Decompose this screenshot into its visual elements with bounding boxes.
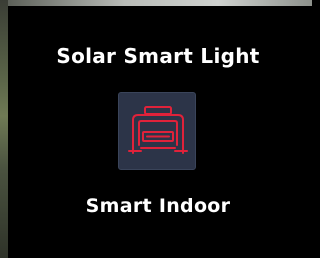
device-label: Smart Indoor (85, 195, 231, 217)
indoor-light-icon (128, 106, 188, 154)
device-card[interactable]: Solar Smart Light Smart Indoor (8, 6, 308, 256)
screen: Solar Smart Light Smart Indoor (0, 0, 312, 258)
device-icon-button[interactable] (118, 92, 196, 170)
background-photo-edge (0, 0, 8, 258)
card-title: Solar Smart Light (56, 44, 260, 68)
